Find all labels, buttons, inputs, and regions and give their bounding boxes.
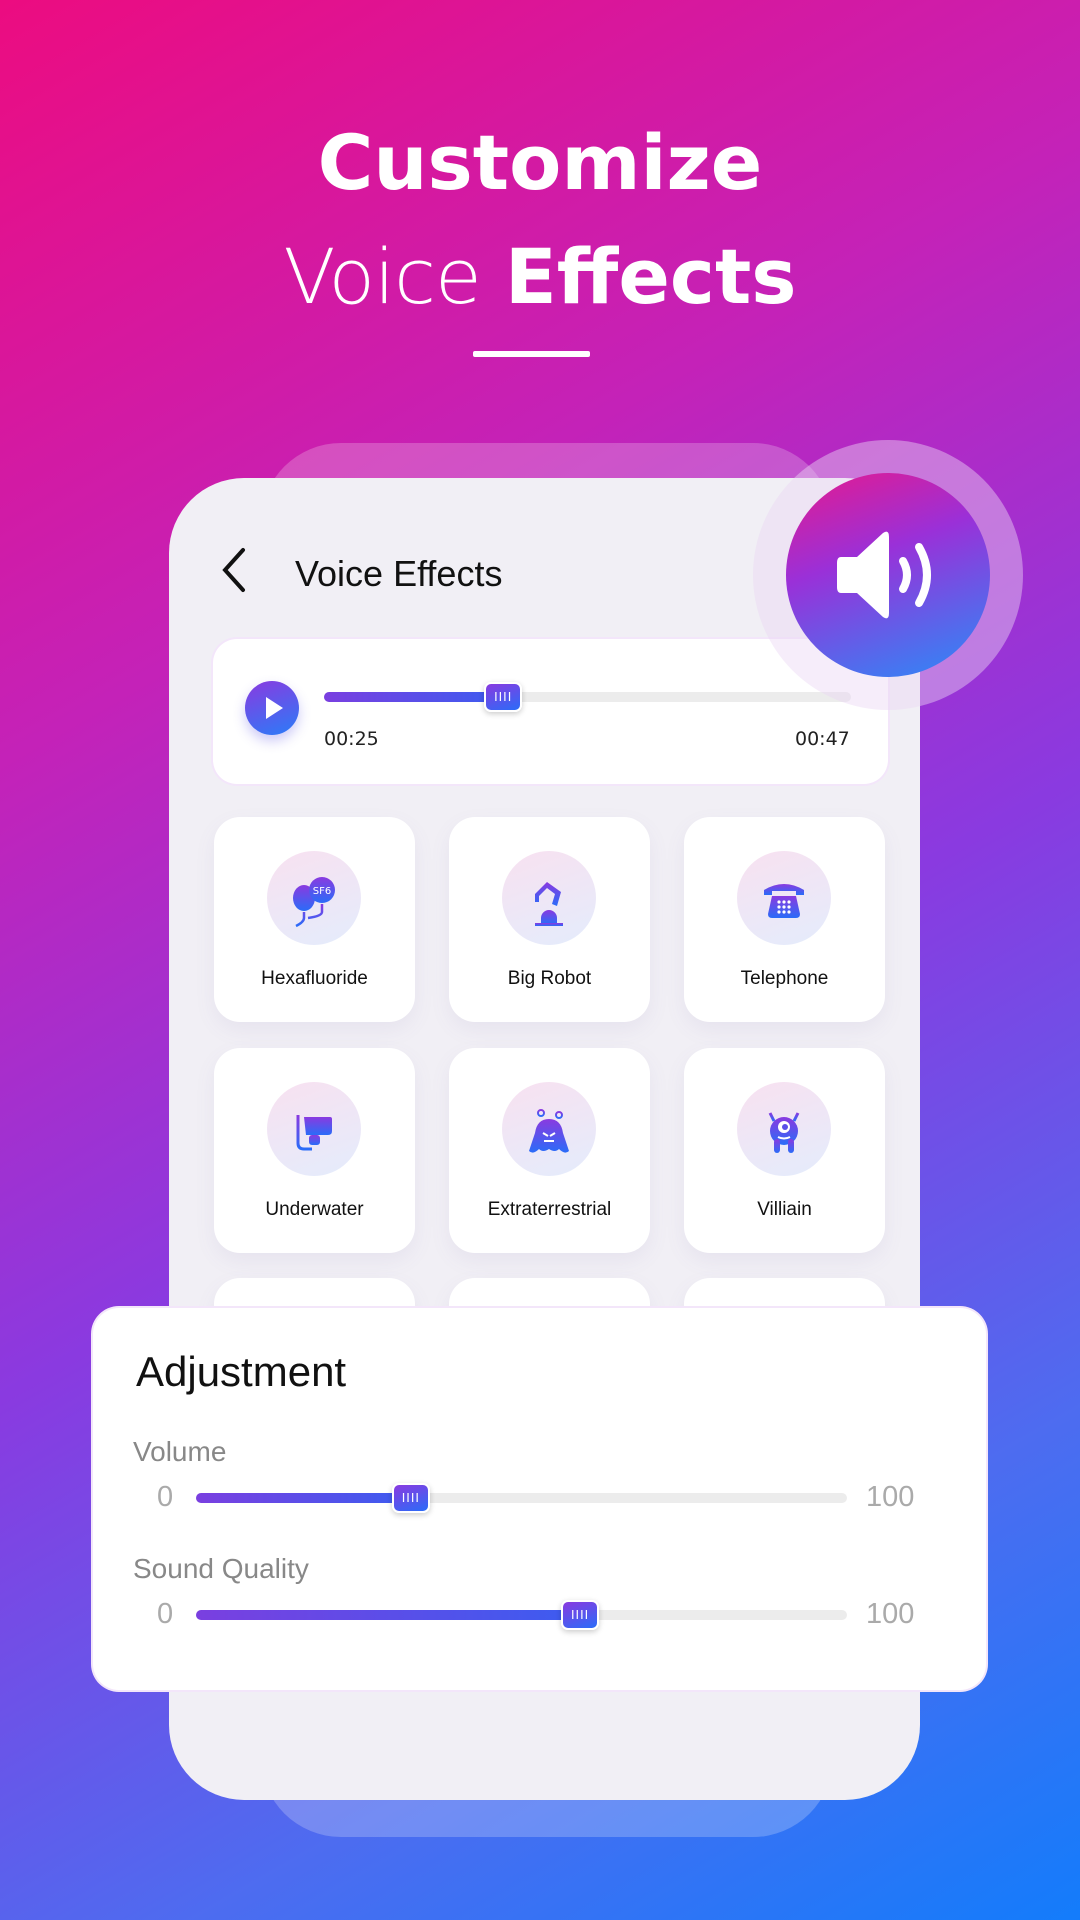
effect-label: Telephone <box>740 968 829 989</box>
quality-knob[interactable]: IIII <box>561 1600 600 1630</box>
hero-title-line2: Voice Effects <box>0 232 1080 321</box>
quality-max: 100 <box>866 1598 915 1630</box>
effect-card-big-robot[interactable]: Big Robot <box>449 817 650 1022</box>
sound-quality-slider[interactable]: IIII <box>196 1600 847 1630</box>
effect-card-villiain[interactable]: Villiain <box>684 1048 885 1253</box>
effect-icon-bg <box>502 851 596 945</box>
quality-fill <box>196 1610 581 1620</box>
hero-title-line1: Customize <box>317 118 763 207</box>
telephone-icon <box>764 884 804 918</box>
volume-knob[interactable]: IIII <box>391 1483 430 1513</box>
current-time: 00:25 <box>324 728 379 750</box>
speaker-badge <box>786 473 990 677</box>
balloons-sf6-icon: SF6 <box>293 877 335 928</box>
volume-slider[interactable]: IIII <box>196 1483 847 1513</box>
snorkel-mask-icon <box>296 1115 332 1151</box>
back-button[interactable] <box>219 546 249 605</box>
effect-label: Extraterrestrial <box>487 1199 612 1220</box>
hero-underline <box>473 351 590 357</box>
playback-fill <box>324 692 504 702</box>
playback-slider[interactable]: IIII <box>324 682 851 712</box>
speaker-volume-icon <box>837 531 931 619</box>
effect-icon-bg <box>502 1082 596 1176</box>
hero-title-light: Voice <box>283 232 481 321</box>
effect-card-hexafluoride[interactable]: SF6 Hexafluoride <box>214 817 415 1022</box>
effect-icon-bg <box>267 1082 361 1176</box>
effect-card-telephone[interactable]: Telephone <box>684 817 885 1022</box>
monster-icon <box>768 1112 800 1153</box>
adjustment-panel: Adjustment Volume 0 IIII 100 Sound Quali… <box>93 1308 986 1690</box>
chevron-left-icon <box>222 548 245 592</box>
effect-label: Underwater <box>265 1199 364 1220</box>
alien-icon <box>529 1109 569 1153</box>
volume-min: 0 <box>157 1481 174 1513</box>
hero-title-bold: Effects <box>504 232 797 321</box>
effect-card-underwater[interactable]: Underwater <box>214 1048 415 1253</box>
total-time: 00:47 <box>795 728 850 750</box>
effect-label: Villiain <box>757 1199 812 1220</box>
sound-quality-label: Sound Quality <box>133 1553 309 1584</box>
playback-knob[interactable]: IIII <box>484 682 523 712</box>
effect-icon-bg <box>737 1082 831 1176</box>
screen-title: Voice Effects <box>295 553 503 594</box>
effect-icon-bg <box>737 851 831 945</box>
effect-label: Big Robot <box>507 968 592 989</box>
volume-label: Volume <box>133 1436 227 1467</box>
svg-text:SF6: SF6 <box>313 886 331 897</box>
volume-max: 100 <box>866 1481 915 1513</box>
play-button[interactable] <box>245 681 299 735</box>
effect-card-extraterrestrial[interactable]: Extraterrestrial <box>449 1048 650 1253</box>
quality-min: 0 <box>157 1598 174 1630</box>
effect-icon-bg: SF6 <box>267 851 361 945</box>
adjustment-title: Adjustment <box>136 1348 347 1395</box>
robot-arm-icon <box>535 882 563 926</box>
volume-fill <box>196 1493 411 1503</box>
effect-label: Hexafluoride <box>261 968 368 989</box>
